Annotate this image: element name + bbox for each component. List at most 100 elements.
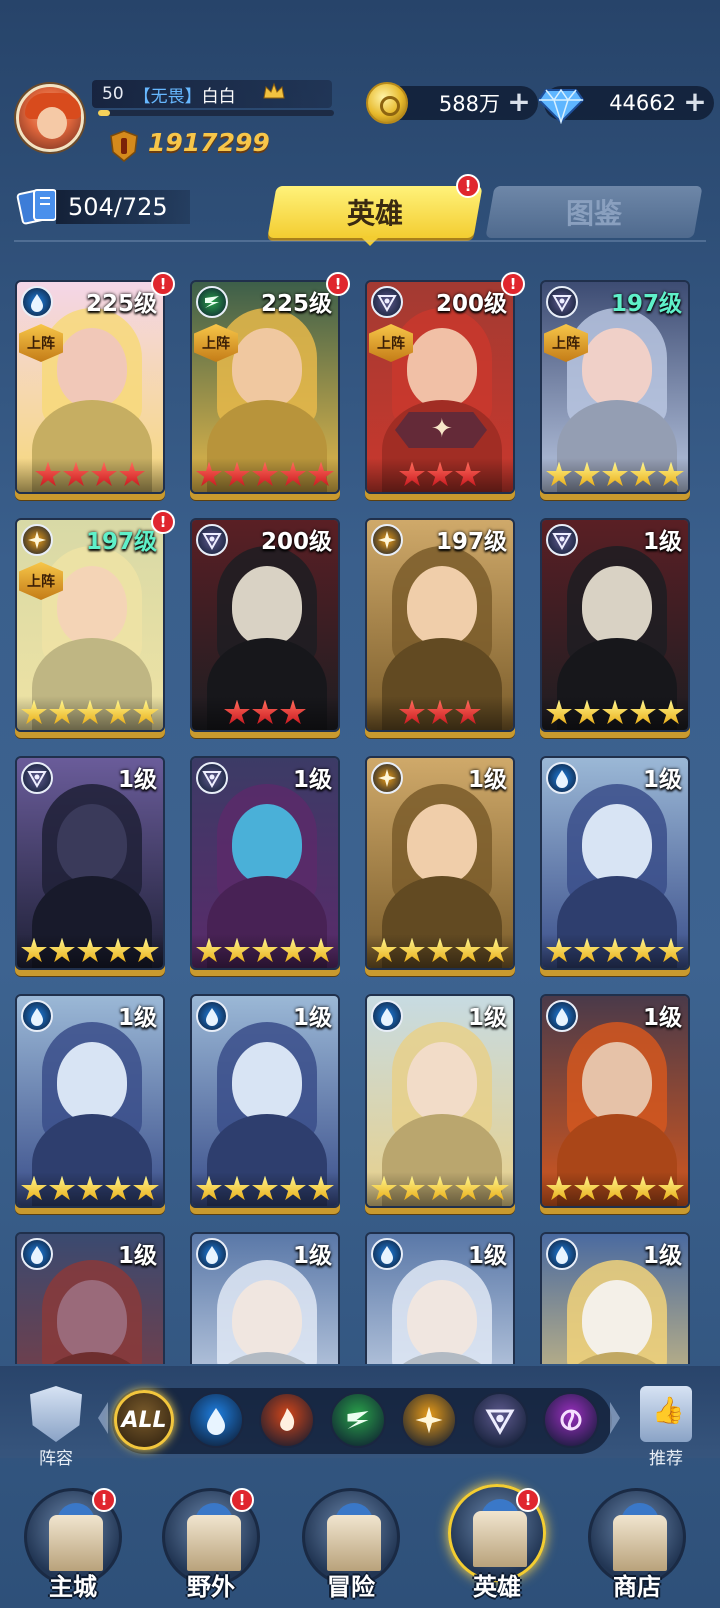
- nav-wilderness-gate[interactable]: 野外!: [158, 1488, 264, 1604]
- star-icon: [630, 937, 656, 963]
- star-icon: [21, 1175, 47, 1201]
- star-icon: [546, 937, 572, 963]
- hero-card[interactable]: 1级: [190, 994, 340, 1208]
- nav-label: 英雄: [473, 1573, 521, 1601]
- hero-face: [57, 328, 127, 408]
- nav-label: 商店: [613, 1573, 661, 1601]
- nav-label: 主城: [49, 1573, 97, 1601]
- water-element-icon: [546, 1000, 578, 1032]
- nav-castle[interactable]: 主城!: [20, 1488, 126, 1604]
- nav-adventure-sword[interactable]: 冒险: [298, 1488, 404, 1604]
- combat-power: 1917299: [148, 128, 270, 157]
- hero-card[interactable]: 1级: [540, 994, 690, 1208]
- filter-all-button[interactable]: ALL: [114, 1390, 174, 1450]
- filter-wind-button[interactable]: [330, 1392, 386, 1448]
- filter-light-button[interactable]: [401, 1392, 457, 1448]
- star-icon: [399, 461, 425, 487]
- hero-level: 197级: [435, 529, 507, 555]
- add-diamond-button[interactable]: +: [682, 88, 708, 116]
- hero-card[interactable]: 1级: [15, 994, 165, 1208]
- hero-card[interactable]: 1级: [365, 756, 515, 970]
- star-icon: [77, 699, 103, 725]
- tab-heroes-label: 英雄: [346, 197, 403, 230]
- star-icon: [427, 461, 453, 487]
- filter-water-button[interactable]: [188, 1392, 244, 1448]
- hero-card[interactable]: 200级 上阵: [365, 280, 515, 494]
- hero-level: 1级: [642, 767, 682, 793]
- hero-face: [407, 1280, 477, 1360]
- water-element-icon: [546, 1238, 578, 1270]
- team-shield-icon: [30, 1386, 82, 1442]
- hero-card[interactable]: 1级: [15, 756, 165, 970]
- star-icon: [455, 461, 481, 487]
- dark-element-icon: [485, 1409, 515, 1435]
- gold-resource: 588万 +: [366, 82, 538, 124]
- add-gold-button[interactable]: +: [506, 88, 532, 116]
- diamond-resource: 44662 +: [538, 86, 714, 124]
- tab-heroes[interactable]: 英雄: [267, 186, 483, 238]
- hero-star-rating: [367, 696, 513, 730]
- team-button[interactable]: 阵容: [26, 1386, 86, 1469]
- hero-card[interactable]: 225级 上阵: [190, 280, 340, 494]
- gold-amount: 588万: [438, 92, 500, 116]
- hero-grid[interactable]: 225级上阵!225级上阵!200级上阵!197级上阵197级上阵!200级19…: [0, 270, 720, 1364]
- filter-left-arrow-icon: [98, 1402, 108, 1434]
- hero-star-rating: [542, 696, 688, 730]
- hero-card[interactable]: 197级 上阵: [540, 280, 690, 494]
- tab-heroes-alert-badge: !: [456, 174, 480, 198]
- star-icon: [224, 461, 250, 487]
- filter-chaos-button[interactable]: [543, 1392, 599, 1448]
- player-guild: 【无畏】: [133, 86, 202, 107]
- awaken-sigil-icon: [395, 412, 487, 448]
- hero-card[interactable]: 200级: [190, 518, 340, 732]
- hero-star-rating: [367, 934, 513, 968]
- filter-dark-button[interactable]: [472, 1392, 528, 1448]
- hero-card[interactable]: 1级: [365, 1232, 515, 1364]
- water-element-icon: [196, 1238, 228, 1270]
- star-icon: [574, 699, 600, 725]
- recommend-button[interactable]: 推荐: [636, 1386, 696, 1469]
- star-icon: [574, 1175, 600, 1201]
- hero-count: 504/725: [56, 190, 190, 224]
- star-icon: [630, 699, 656, 725]
- hero-card[interactable]: 1级: [190, 1232, 340, 1364]
- star-icon: [21, 937, 47, 963]
- player-avatar[interactable]: [16, 84, 84, 152]
- hero-card[interactable]: 225级 上阵: [15, 280, 165, 494]
- hero-face: [407, 328, 477, 408]
- hero-level: 200级: [435, 291, 507, 317]
- header-divider: [14, 240, 706, 242]
- hero-card[interactable]: 1级: [365, 994, 515, 1208]
- hero-star-rating: [17, 934, 163, 968]
- water-element-icon: [21, 286, 53, 318]
- hero-level: 197级: [610, 291, 682, 317]
- hero-star-rating: [367, 1172, 513, 1206]
- nav-alert-badge: !: [92, 1488, 116, 1512]
- hero-card[interactable]: 1级: [15, 1232, 165, 1364]
- hero-face: [407, 566, 477, 646]
- hero-level: 1级: [467, 1005, 507, 1031]
- hero-card[interactable]: 1级: [540, 1232, 690, 1364]
- hero-face: [232, 804, 302, 884]
- hero-alert-badge: !: [151, 510, 175, 534]
- hero-card[interactable]: 197级: [365, 518, 515, 732]
- exp-bar-fill: [98, 110, 110, 116]
- star-icon: [574, 937, 600, 963]
- tab-handbook[interactable]: 图鉴: [485, 186, 703, 238]
- team-button-label: 阵容: [39, 1449, 73, 1469]
- hero-card[interactable]: 1级: [540, 756, 690, 970]
- hero-star-rating: [542, 1172, 688, 1206]
- diamond-amount: 44662: [609, 91, 676, 115]
- filter-fire-button[interactable]: [259, 1392, 315, 1448]
- hero-card[interactable]: 1级: [190, 756, 340, 970]
- hero-card[interactable]: 1级: [540, 518, 690, 732]
- gold-coin-icon: [366, 82, 408, 124]
- nav-icon-body: [613, 1515, 667, 1571]
- nav-hero-helmet[interactable]: 英雄!: [444, 1484, 550, 1604]
- thumbs-up-icon: [640, 1386, 692, 1442]
- hero-card[interactable]: 197级 上阵: [15, 518, 165, 732]
- star-icon: [49, 699, 75, 725]
- hero-alert-badge: !: [151, 272, 175, 296]
- star-icon: [371, 937, 397, 963]
- nav-shop[interactable]: 商店: [584, 1488, 690, 1604]
